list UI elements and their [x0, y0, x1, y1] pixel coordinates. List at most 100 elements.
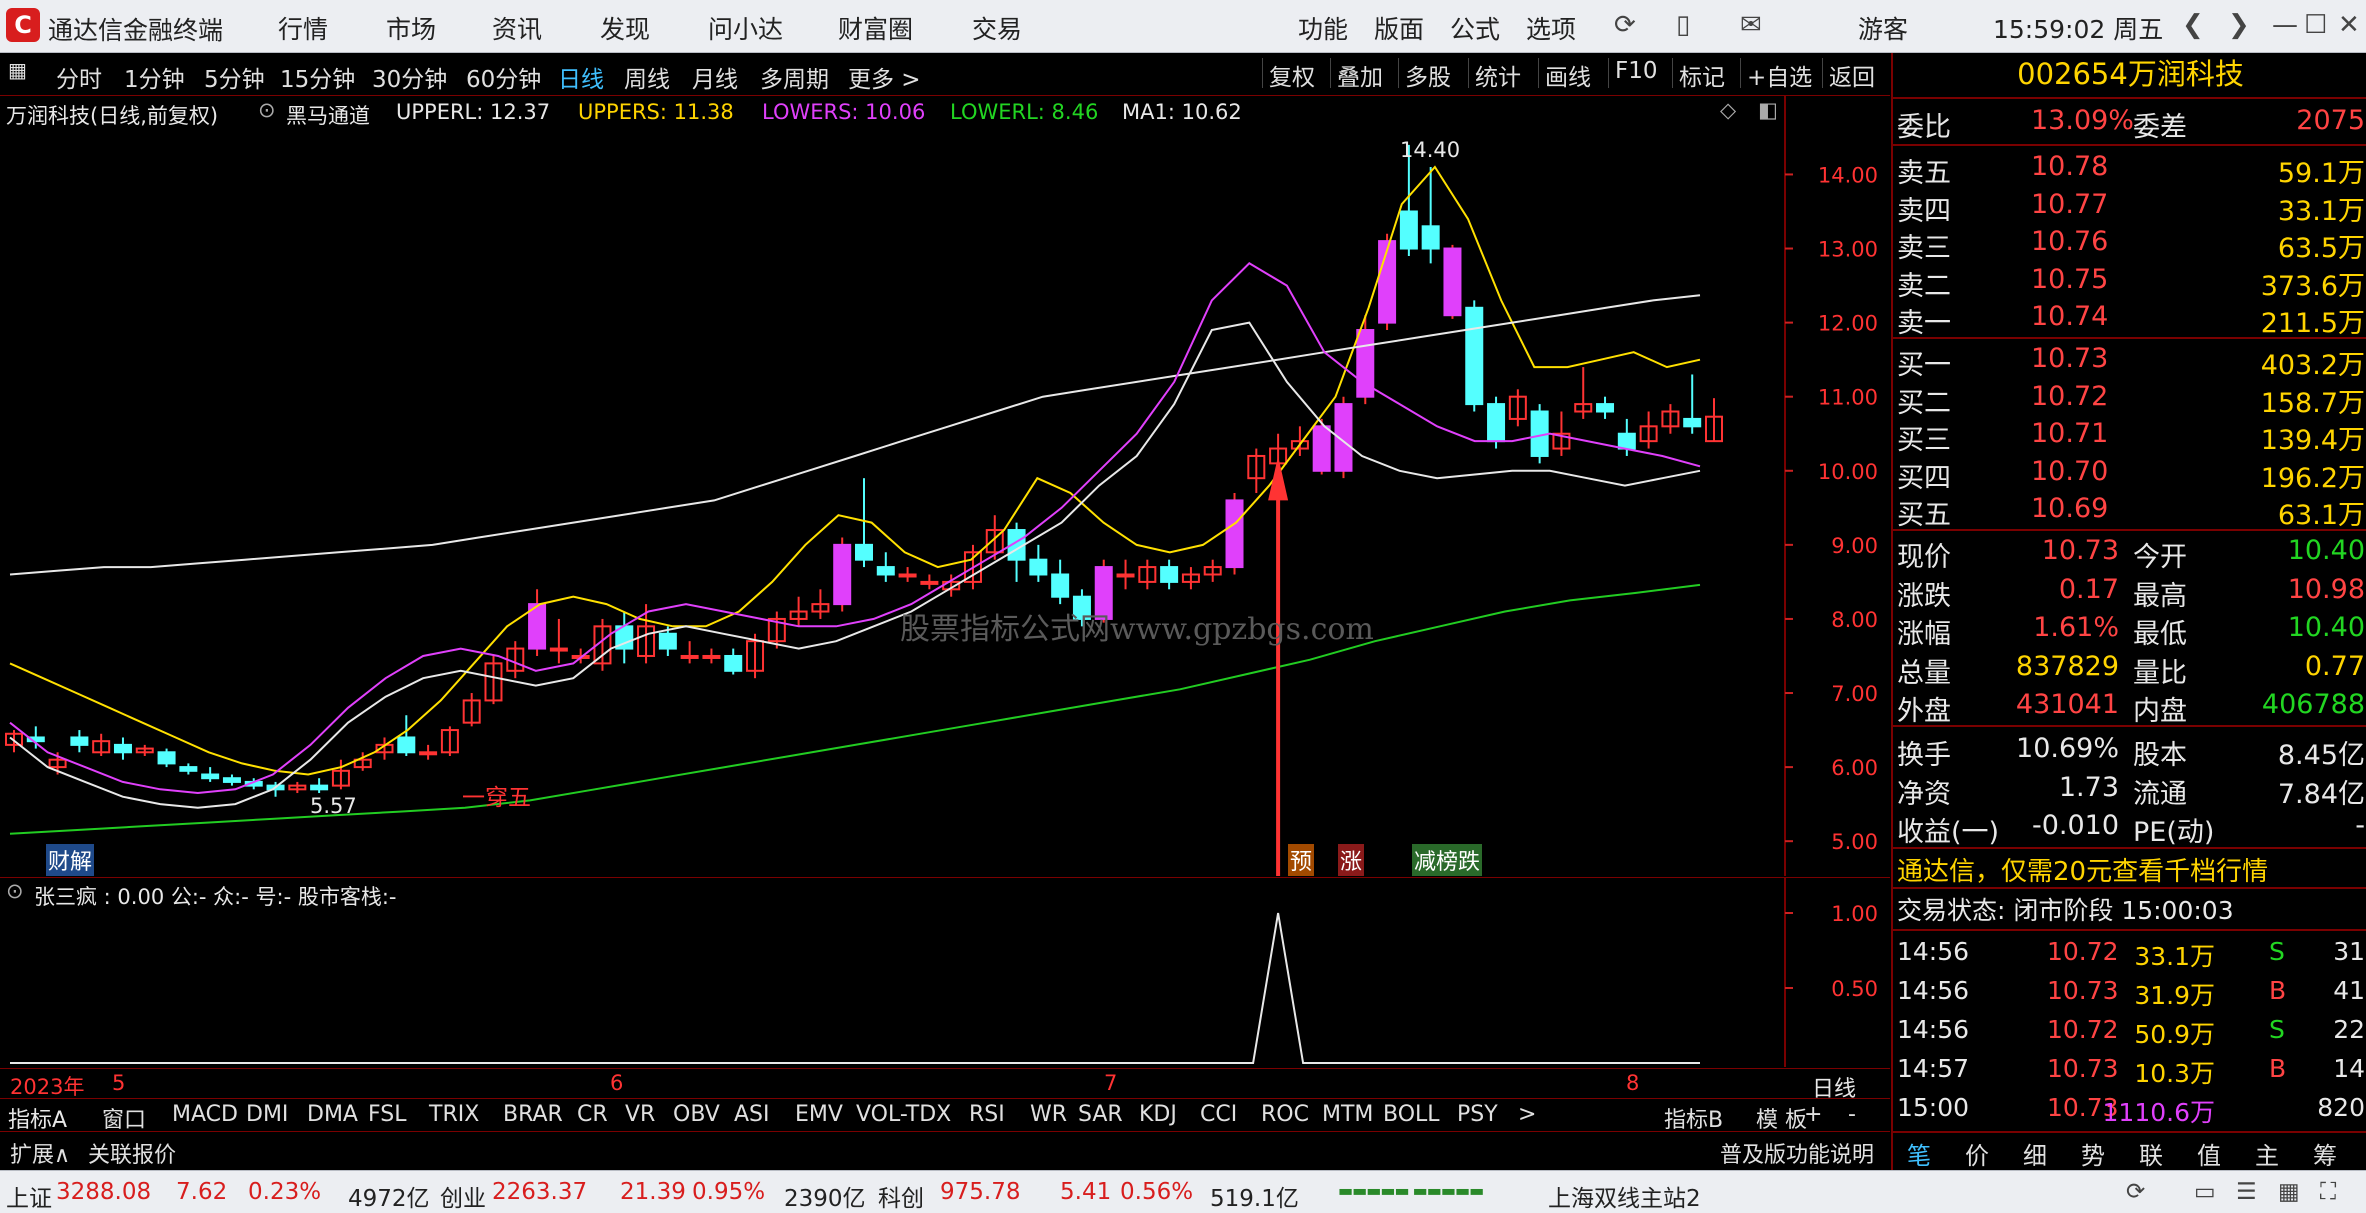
menu-gongneng[interactable]: 功能 — [1298, 10, 1348, 46]
layout-icon[interactable]: ▦ — [2278, 1179, 2300, 1205]
menu-hangqing[interactable]: 行情 — [278, 10, 328, 46]
menu-banmian[interactable]: 版面 — [1374, 10, 1424, 46]
ind-tab-asi[interactable]: ASI — [734, 1102, 770, 1127]
ind-tab-dma[interactable]: DMA — [307, 1102, 358, 1127]
period-multi[interactable]: 多周期 — [760, 60, 829, 94]
quote-tab[interactable]: 笔 — [1907, 1136, 1931, 1171]
bid-row[interactable]: 买五 10.69 63.1万 — [1897, 491, 2365, 531]
ask-row[interactable]: 卖一 10.74 211.5万 — [1897, 299, 2365, 339]
period-more[interactable]: 更多 > — [848, 60, 921, 94]
close-icon[interactable]: ✕ — [2338, 10, 2360, 40]
btn-duogu[interactable]: 多股 — [1398, 58, 1457, 91]
sync-icon[interactable]: ⟳ — [2126, 1179, 2145, 1205]
ind-tab-roc[interactable]: ROC — [1261, 1102, 1309, 1127]
btn-zixuan[interactable]: +自选 — [1740, 58, 1818, 91]
ind-tab-cci[interactable]: CCI — [1200, 1102, 1237, 1127]
list-icon[interactable]: ☰ — [2236, 1179, 2257, 1205]
quote-tab[interactable]: 势 — [2081, 1136, 2105, 1171]
minimize-icon[interactable]: — — [2272, 10, 2298, 40]
period-fenshi[interactable]: 分时 — [56, 60, 102, 94]
related-quotes-button[interactable]: 关联报价 — [88, 1137, 176, 1169]
phone-icon[interactable]: ▯ — [1676, 10, 1690, 40]
ind-tab-emv[interactable]: EMV — [795, 1102, 843, 1127]
promo-banner[interactable]: 通达信，仅需20元查看千档行情 — [1897, 851, 2268, 888]
menu-shichang[interactable]: 市场 — [386, 10, 436, 46]
period-60min[interactable]: 60分钟 — [466, 60, 541, 94]
ind-tab-mtm[interactable]: MTM — [1322, 1102, 1373, 1127]
ind-tab-right[interactable]: 指标B — [1664, 1102, 1723, 1134]
ind-tab-right[interactable]: - — [1848, 1102, 1856, 1127]
quote-tab[interactable]: 联 — [2139, 1136, 2163, 1171]
maximize-icon[interactable]: ☐ — [2304, 10, 2327, 40]
ask-row[interactable]: 卖五 10.78 59.1万 — [1897, 149, 2365, 189]
edition-info-link[interactable]: 普及版功能说明 — [1720, 1137, 1874, 1169]
period-weekly[interactable]: 周线 — [624, 60, 670, 94]
fullscreen-icon[interactable]: ⛶ — [2320, 1179, 2336, 1205]
ind-tab-right[interactable]: + — [1804, 1102, 1822, 1127]
tag-yu[interactable]: 预 — [1288, 844, 1315, 876]
period-15min[interactable]: 15分钟 — [280, 60, 355, 94]
ind-tab-a[interactable]: 指标A — [8, 1102, 67, 1134]
caijie-tag[interactable]: 财解 — [46, 844, 95, 876]
period-1min[interactable]: 1分钟 — [124, 60, 185, 94]
quote-tab[interactable]: 筹 — [2313, 1136, 2337, 1171]
period-5min[interactable]: 5分钟 — [204, 60, 265, 94]
quote-tab[interactable]: 值 — [2197, 1136, 2221, 1171]
bid-row[interactable]: 买四 10.70 196.2万 — [1897, 454, 2365, 494]
btn-huaxian[interactable]: 画线 — [1538, 58, 1597, 91]
period-daily[interactable]: 日线 — [558, 60, 604, 94]
ind-tab-psy[interactable]: PSY — [1457, 1102, 1498, 1127]
quote-tab[interactable]: 价 — [1965, 1136, 1989, 1171]
kc-label[interactable]: 科创 — [878, 1179, 924, 1213]
ind-tab-boll[interactable]: BOLL — [1383, 1102, 1440, 1127]
menu-xuanxiang[interactable]: 选项 — [1526, 10, 1576, 46]
bid-row[interactable]: 买三 10.71 139.4万 — [1897, 416, 2365, 456]
ind-tab-rsi[interactable]: RSI — [969, 1102, 1005, 1127]
back-arrow-icon[interactable]: ❮ — [2182, 10, 2204, 40]
refresh-icon[interactable]: ⟳ — [1614, 10, 1636, 40]
ind-tab-wr[interactable]: WR — [1030, 1102, 1067, 1127]
bid-row[interactable]: 买二 10.72 158.7万 — [1897, 379, 2365, 419]
menu-faxian[interactable]: 发现 — [600, 10, 650, 46]
btn-f10[interactable]: F10 — [1608, 58, 1664, 88]
period-30min[interactable]: 30分钟 — [372, 60, 447, 94]
btn-diejia[interactable]: 叠加 — [1330, 58, 1389, 91]
server-name[interactable]: 上海双线主站2 — [1548, 1179, 1701, 1213]
menu-wenxiaoda[interactable]: 问小达 — [708, 10, 783, 46]
ind-tab-vr[interactable]: VR — [625, 1102, 655, 1127]
quote-tab[interactable]: 细 — [2023, 1136, 2047, 1171]
ind-tab-macd[interactable]: MACD — [172, 1102, 238, 1127]
btn-fanhui[interactable]: 返回 — [1822, 58, 1881, 91]
ind-tab-dmi[interactable]: DMI — [246, 1102, 288, 1127]
user-label[interactable]: 游客 — [1858, 10, 1908, 46]
ind-tab-fsl[interactable]: FSL — [368, 1102, 407, 1127]
btn-fuquan[interactable]: 复权 — [1262, 58, 1321, 91]
ind-tab-voltdx[interactable]: VOL-TDX — [856, 1102, 951, 1127]
grid-icon[interactable]: ▦ — [8, 58, 27, 82]
ask-row[interactable]: 卖三 10.76 63.5万 — [1897, 224, 2365, 264]
ind-tab-kdj[interactable]: KDJ — [1139, 1102, 1177, 1127]
tag-jianbangdie[interactable]: 减榜跌 — [1412, 844, 1483, 876]
quote-tab[interactable]: 主 — [2255, 1136, 2279, 1171]
ind-tab-trix[interactable]: TRIX — [429, 1102, 479, 1127]
period-monthly[interactable]: 月线 — [692, 60, 738, 94]
ind-tab-[interactable]: 窗口 — [102, 1102, 146, 1134]
tag-zhang[interactable]: 涨 — [1338, 844, 1365, 876]
indicator-pane[interactable]: ⊙ 张三疯 : 0.00 公:- 众:- 号:- 股市客栈:- 1.00 0.50 — [0, 877, 1890, 1067]
cy-label[interactable]: 创业 — [440, 1179, 486, 1213]
menu-jiaoyi[interactable]: 交易 — [972, 10, 1022, 46]
menu-zixun[interactable]: 资讯 — [492, 10, 542, 46]
expand-button[interactable]: 扩展∧ — [10, 1137, 70, 1169]
btn-tongji[interactable]: 统计 — [1468, 58, 1527, 91]
window-icon[interactable]: ▭ — [2194, 1179, 2216, 1205]
sh-label[interactable]: 上证 — [6, 1179, 52, 1213]
ind-tab-brar[interactable]: BRAR — [503, 1102, 563, 1127]
ind-tab-cr[interactable]: CR — [577, 1102, 608, 1127]
kline-chart[interactable]: 万润科技(日线,前复权) ⊙ 黑马通道 UPPERL: 12.37 UPPERS… — [0, 96, 1890, 876]
ind-tab-sar[interactable]: SAR — [1078, 1102, 1123, 1127]
menu-gongshi[interactable]: 公式 — [1450, 10, 1500, 46]
ind-tab-right[interactable]: 模 板 — [1756, 1102, 1807, 1134]
btn-biaoji[interactable]: 标记 — [1672, 58, 1731, 91]
ask-row[interactable]: 卖四 10.77 33.1万 — [1897, 187, 2365, 227]
mail-icon[interactable]: ✉ — [1740, 10, 1762, 40]
